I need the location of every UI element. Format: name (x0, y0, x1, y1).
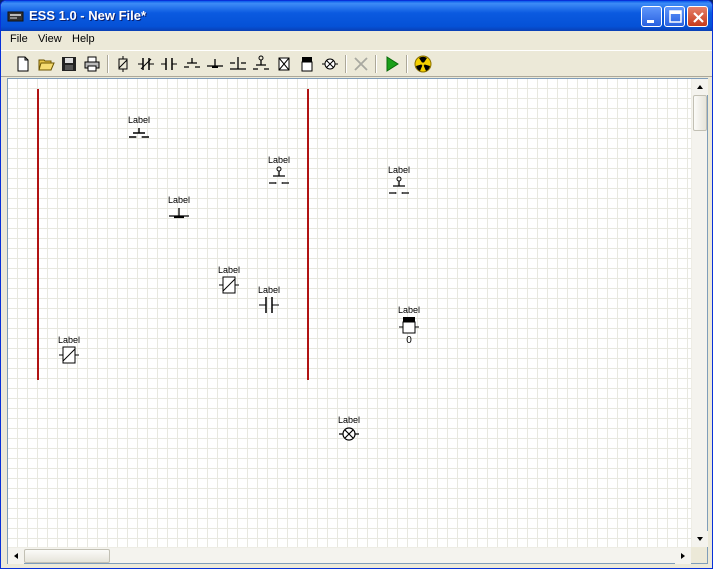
toolbar-separator (107, 55, 109, 73)
ladder-canvas-frame: Label Label Label Label Label Label Labe… (7, 78, 708, 564)
run-button[interactable] (382, 54, 402, 74)
left-power-rail[interactable] (37, 89, 39, 380)
vertical-scroll-thumb[interactable] (693, 95, 707, 131)
vertical-scrollbar[interactable] (691, 79, 708, 547)
limit-switch-icon (389, 176, 409, 194)
timer-icon (278, 57, 290, 71)
component-limit-switch[interactable]: Label (377, 165, 421, 197)
ladder-canvas[interactable]: Label Label Label Label Label Label Labe… (8, 79, 691, 547)
normally-open-contact-icon (161, 58, 177, 70)
component-limit-switch[interactable]: Label (257, 155, 301, 187)
new-file-icon (17, 56, 29, 72)
toolbar-separator (406, 55, 408, 73)
radiation-icon (414, 55, 432, 73)
component-label: Label (267, 155, 291, 165)
pushbutton-open-icon (184, 58, 200, 68)
menu-file[interactable]: File (10, 33, 28, 45)
menu-view[interactable]: View (38, 33, 62, 45)
save-disk-icon (62, 57, 76, 71)
arrow-left-icon (14, 553, 18, 559)
nc-contact-tool-button[interactable] (136, 54, 156, 74)
toolbar-separator (345, 55, 347, 73)
component-label: Label (337, 415, 361, 425)
component-label: Label (257, 285, 281, 295)
scroll-right-button[interactable] (675, 548, 691, 564)
coil-symbol-icon (118, 56, 128, 72)
window-title: ESS 1.0 - New File* (29, 8, 147, 23)
close-button[interactable] (687, 6, 708, 27)
timer-tool-button[interactable] (274, 54, 294, 74)
component-label: Label (127, 115, 151, 125)
component-label: Label (397, 305, 421, 315)
delete-icon (354, 57, 368, 71)
limit-switch-icon (269, 166, 289, 184)
arrow-up-icon (697, 85, 703, 89)
component-coil[interactable]: Label (207, 265, 251, 295)
coil-tool-button[interactable] (113, 54, 133, 74)
app-window: ESS 1.0 - New File* File View Help Label… (0, 0, 713, 569)
minimize-button[interactable] (641, 6, 662, 27)
save-button[interactable] (59, 54, 79, 74)
menu-help[interactable]: Help (72, 33, 95, 45)
counter-tool-button[interactable] (297, 54, 317, 74)
run-simulation-icon (386, 56, 399, 72)
limit-switch-tool-button[interactable] (251, 54, 271, 74)
pushbutton-closed-tool-button[interactable] (205, 54, 225, 74)
menu-bar: File View Help (1, 31, 712, 49)
pushbutton-closed-icon (169, 208, 189, 219)
radiation-button[interactable] (413, 54, 433, 74)
component-coil[interactable]: Label (47, 335, 91, 365)
close-icon (693, 12, 704, 23)
component-counter[interactable]: Label 0 (387, 305, 431, 346)
coil-symbol-icon (59, 346, 79, 364)
open-folder-icon (38, 59, 55, 71)
dual-pushbutton-tool-button[interactable] (228, 54, 248, 74)
print-button[interactable] (82, 54, 102, 74)
component-label: Label (217, 265, 241, 275)
print-icon (84, 56, 100, 72)
maximize-icon (669, 10, 682, 23)
toolbar (1, 50, 712, 77)
normally-open-contact-icon (259, 297, 279, 313)
lamp-tool-button[interactable] (320, 54, 340, 74)
open-file-button[interactable] (36, 54, 56, 74)
normally-closed-contact-icon (138, 58, 154, 70)
pushbutton-open-tool-button[interactable] (182, 54, 202, 74)
coil-symbol-icon (219, 276, 239, 294)
app-logo-icon (7, 9, 25, 23)
horizontal-scrollbar[interactable] (8, 547, 691, 564)
maximize-button[interactable] (664, 6, 685, 27)
component-label: Label (387, 165, 411, 175)
limit-switch-icon (253, 55, 269, 70)
lamp-icon (322, 58, 338, 70)
no-contact-tool-button[interactable] (159, 54, 179, 74)
right-power-rail[interactable] (307, 89, 309, 380)
pushbutton-open-icon (129, 128, 149, 138)
toolbar-separator (375, 55, 377, 73)
scrollbar-corner (691, 547, 707, 563)
counter-icon (301, 57, 313, 72)
scroll-down-button[interactable] (692, 531, 708, 547)
scroll-up-button[interactable] (692, 79, 708, 95)
title-bar[interactable]: ESS 1.0 - New File* (1, 1, 712, 31)
pushbutton-closed-icon (207, 59, 223, 68)
dual-pushbutton-icon (230, 57, 246, 70)
arrow-right-icon (681, 553, 685, 559)
new-file-button[interactable] (13, 54, 33, 74)
scroll-left-button[interactable] (8, 548, 24, 564)
minimize-icon (647, 20, 654, 23)
counter-icon (399, 317, 419, 334)
component-label: Label (57, 335, 81, 345)
component-lamp[interactable]: Label (327, 415, 371, 443)
component-contact[interactable]: Label (247, 285, 291, 315)
horizontal-scroll-thumb[interactable] (24, 549, 110, 563)
component-pushbutton[interactable]: Label (117, 115, 161, 141)
delete-button[interactable] (351, 54, 371, 74)
counter-value: 0 (406, 335, 412, 346)
component-label: Label (167, 195, 191, 205)
arrow-down-icon (697, 537, 703, 541)
component-pushbutton-closed[interactable]: Label (157, 195, 201, 221)
lamp-icon (339, 427, 359, 441)
